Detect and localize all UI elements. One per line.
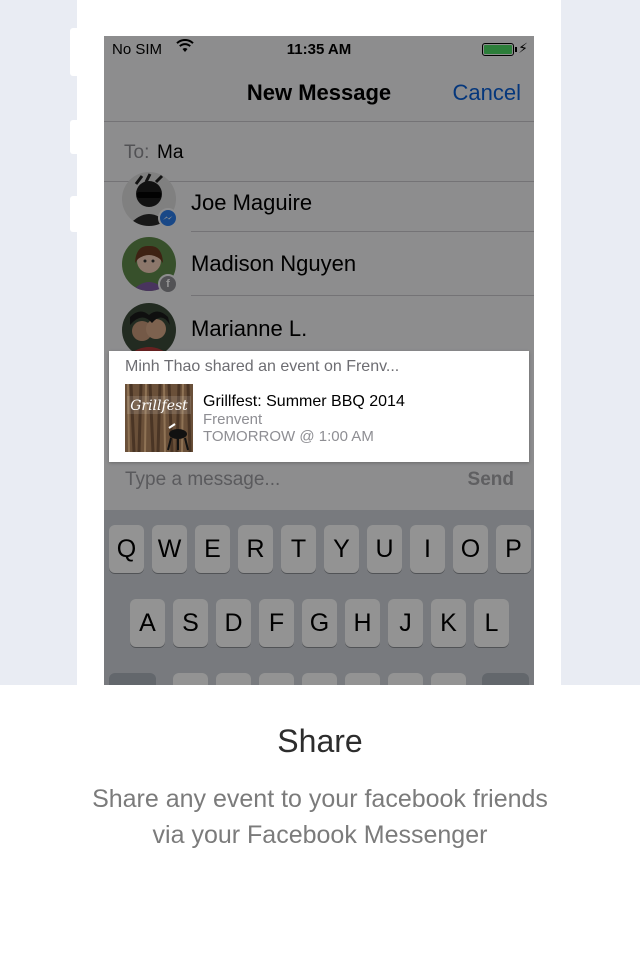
feature-caption: Share Share any event to your facebook f… [0,685,640,960]
caption-description-line: via your Facebook Messenger [152,821,488,849]
event-title: Grillfest: Summer BBQ 2014 [203,393,405,410]
thumbnail-logo-text: Grillfest [130,398,188,414]
caption-heading: Share [277,723,363,759]
shared-event-card[interactable]: Minh Thao shared an event on Frenv... Gr… [109,351,529,462]
event-thumbnail: Grillfest [125,384,193,452]
event-source: Frenvent [203,411,263,428]
event-time: TOMORROW @ 1:00 AM [203,428,374,445]
share-attribution: Minh Thao shared an event on Frenv... [125,358,400,375]
caption-description: Share any event to your facebook friends… [40,781,600,853]
caption-description-line: Share any event to your facebook friends [92,785,548,813]
